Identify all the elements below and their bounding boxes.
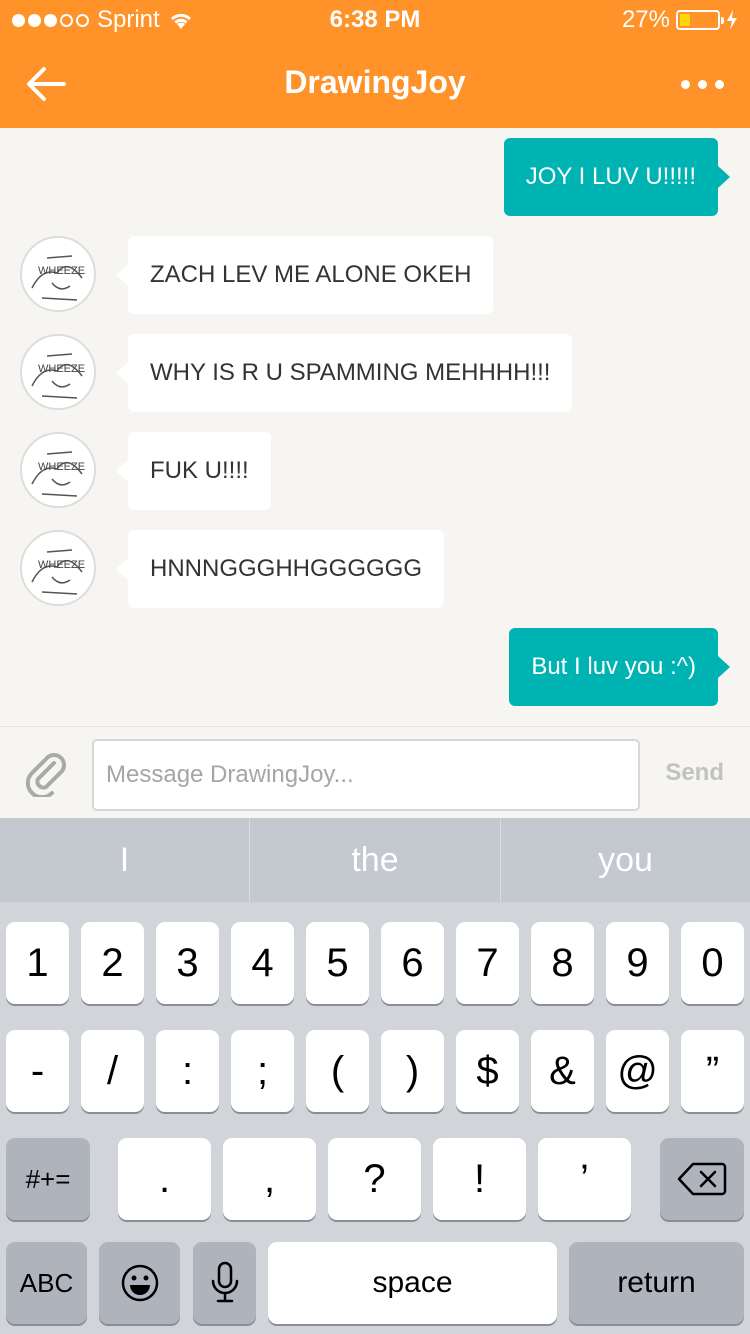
- keyboard: I the you 1 2 3 4 5 6 7 8 9 0 - / : ; ( …: [0, 818, 750, 1334]
- key-dollar[interactable]: $: [456, 1030, 519, 1112]
- key-hyphen[interactable]: -: [6, 1030, 69, 1112]
- charging-bolt-icon: [727, 10, 737, 30]
- app-header: Sprint 6:38 PM 27% DrawingJoy: [0, 0, 750, 128]
- key-0[interactable]: 0: [681, 922, 744, 1004]
- conversation-title: DrawingJoy: [284, 64, 466, 100]
- message-bubble-incoming[interactable]: HNNNGGGHHGGGGGG: [115, 530, 445, 608]
- suggestion-bar: I the you: [0, 818, 750, 902]
- svg-text:WHEEZE: WHEEZE: [38, 363, 85, 375]
- backspace-icon[interactable]: [660, 1138, 744, 1220]
- key-2[interactable]: 2: [81, 922, 144, 1004]
- message-input[interactable]: [92, 739, 640, 811]
- key-period[interactable]: .: [118, 1138, 211, 1220]
- key-9[interactable]: 9: [606, 922, 669, 1004]
- key-semicolon[interactable]: ;: [231, 1030, 294, 1112]
- message-bubble-outgoing[interactable]: JOY I LUV U!!!!!: [503, 138, 731, 216]
- suggestion-item[interactable]: you: [501, 818, 750, 902]
- key-at[interactable]: @: [606, 1030, 669, 1112]
- key-slash[interactable]: /: [81, 1030, 144, 1112]
- suggestion-item[interactable]: the: [250, 818, 500, 902]
- suggestion-item[interactable]: I: [0, 818, 249, 902]
- key-3[interactable]: 3: [156, 922, 219, 1004]
- key-5[interactable]: 5: [306, 922, 369, 1004]
- nav-bar: DrawingJoy: [0, 40, 750, 128]
- key-space[interactable]: space: [268, 1242, 557, 1324]
- message-bubble-outgoing[interactable]: But I luv you :^): [509, 628, 730, 706]
- svg-text:WHEEZE: WHEEZE: [38, 461, 85, 473]
- key-comma[interactable]: ,: [223, 1138, 316, 1220]
- key-exclamation[interactable]: !: [433, 1138, 526, 1220]
- send-button[interactable]: Send: [665, 759, 724, 787]
- battery-icon: [676, 10, 724, 30]
- key-question[interactable]: ?: [328, 1138, 421, 1220]
- message-composer: Send: [0, 726, 750, 818]
- key-8[interactable]: 8: [531, 922, 594, 1004]
- avatar[interactable]: WHEEZE: [20, 236, 96, 312]
- key-7[interactable]: 7: [456, 922, 519, 1004]
- key-open-paren[interactable]: (: [306, 1030, 369, 1112]
- key-return[interactable]: return: [569, 1242, 744, 1324]
- battery-percent: 27%: [621, 6, 670, 33]
- avatar[interactable]: WHEEZE: [20, 530, 96, 606]
- avatar[interactable]: WHEEZE: [20, 432, 96, 508]
- key-more-symbols[interactable]: #+=: [6, 1138, 90, 1220]
- svg-text:WHEEZE: WHEEZE: [38, 559, 85, 571]
- key-4[interactable]: 4: [231, 922, 294, 1004]
- emoji-icon[interactable]: [99, 1242, 180, 1324]
- ellipsis-icon[interactable]: [681, 80, 724, 89]
- key-apostrophe[interactable]: ’: [538, 1138, 631, 1220]
- message-bubble-incoming[interactable]: FUK U!!!!: [116, 432, 271, 510]
- key-colon[interactable]: :: [156, 1030, 219, 1112]
- key-ampersand[interactable]: &: [531, 1030, 594, 1112]
- message-bubble-incoming[interactable]: ZACH LEV ME ALONE OKEH: [115, 236, 494, 314]
- message-bubble-incoming[interactable]: WHY IS R U SPAMMING MEHHHH!!!: [115, 334, 573, 412]
- key-1[interactable]: 1: [6, 922, 69, 1004]
- avatar[interactable]: WHEEZE: [20, 334, 96, 410]
- key-abc[interactable]: ABC: [6, 1242, 87, 1324]
- svg-text:WHEEZE: WHEEZE: [38, 265, 85, 277]
- microphone-icon[interactable]: [193, 1242, 256, 1324]
- key-quote[interactable]: ”: [681, 1030, 744, 1112]
- status-bar: Sprint 6:38 PM 27%: [0, 0, 750, 40]
- key-close-paren[interactable]: ): [381, 1030, 444, 1112]
- key-6[interactable]: 6: [381, 922, 444, 1004]
- paperclip-icon[interactable]: [24, 751, 70, 797]
